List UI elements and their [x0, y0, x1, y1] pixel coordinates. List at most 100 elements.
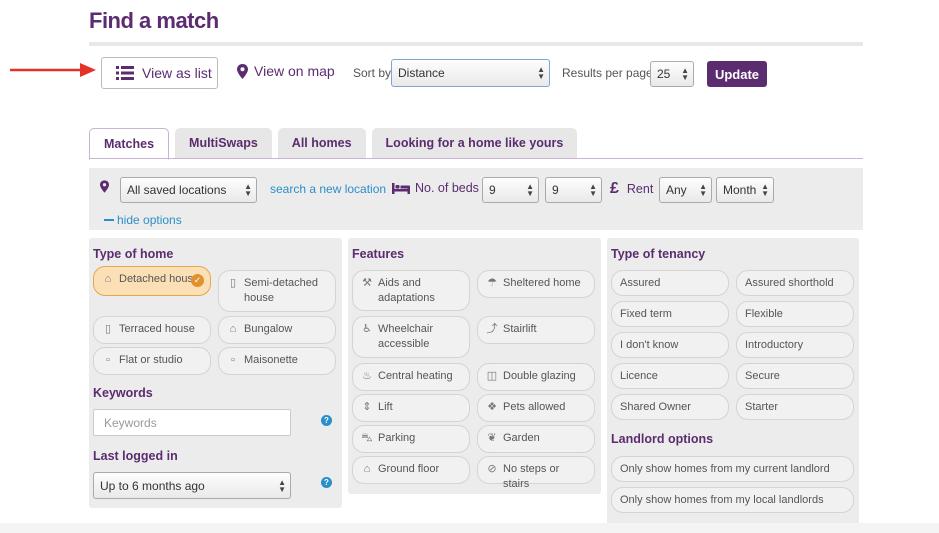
chip-flat-or-studio[interactable]: ▫ Flat or studio — [93, 347, 211, 375]
chip-label: Wheelchair accessible — [378, 323, 434, 350]
terraced-icon: ▯ — [104, 323, 112, 335]
chip-sheltered-home[interactable]: ☂ Sheltered home — [477, 270, 595, 298]
chip-label: Flat or studio — [119, 354, 183, 366]
chip-flexible[interactable]: Flexible — [736, 301, 854, 327]
select-arrows-icon: ▲ ▼ — [537, 65, 545, 81]
rent-period-select[interactable]: Month ▲ ▼ — [716, 177, 774, 203]
bed-icon — [392, 182, 410, 194]
sort-value: Distance — [398, 66, 445, 80]
chip-wheelchair-accessible[interactable]: ♿ Wheelchair accessible — [352, 316, 470, 358]
rent-label: Rent — [626, 182, 654, 196]
results-per-page-value: 25 — [657, 67, 671, 81]
location-pin-icon — [100, 180, 109, 193]
chip-current-landlord[interactable]: Only show homes from my current landlord — [611, 456, 854, 482]
tab-multiswaps[interactable]: MultiSwaps — [175, 128, 272, 158]
chip-label: Detached house — [119, 273, 200, 285]
flat-icon: ▫ — [106, 354, 110, 366]
tab-looking-for-home[interactable]: Looking for a home like yours — [371, 128, 578, 158]
hide-options-link[interactable]: hide options — [104, 213, 182, 227]
sort-select[interactable]: Distance ▲ ▼ — [391, 59, 550, 87]
chip-detached-house[interactable]: ⌂ Detached house ✓ — [93, 266, 211, 296]
tabs-divider — [89, 158, 863, 159]
chip-introductory[interactable]: Introductory — [736, 332, 854, 358]
chip-label: Lift — [378, 401, 393, 413]
view-as-list-button[interactable]: View as list — [101, 57, 218, 89]
chip-lift[interactable]: ⇕ Lift — [352, 394, 470, 422]
select-arrows-icon: ▲ ▼ — [589, 182, 597, 198]
beds-max-value: 9 — [552, 183, 559, 197]
chip-bungalow[interactable]: ⌂ Bungalow — [218, 316, 336, 344]
title-divider — [89, 42, 863, 46]
car-icon: ⛍ — [361, 432, 373, 444]
chip-pets-allowed[interactable]: ❖ Pets allowed — [477, 394, 595, 422]
page-title: Find a match — [89, 8, 219, 33]
chip-label: Stairlift — [503, 323, 537, 335]
chip-no-steps-or-stairs[interactable]: ⊘ No steps or stairs — [477, 456, 595, 490]
chip-maisonette[interactable]: ▫ Maisonette — [218, 347, 336, 375]
tab-matches[interactable]: Matches — [89, 128, 170, 160]
chip-shared-owner[interactable]: Shared Owner — [611, 394, 729, 420]
chip-i-dont-know[interactable]: I don't know — [611, 332, 729, 358]
wrench-icon: ⚒ — [362, 277, 372, 289]
chip-ground-floor[interactable]: ⌂ Ground floor — [352, 456, 470, 484]
chip-double-glazing[interactable]: ◫ Double glazing — [477, 363, 595, 391]
chip-label: Garden — [503, 432, 540, 444]
chip-starter[interactable]: Starter — [736, 394, 854, 420]
chip-label: Bungalow — [244, 323, 293, 335]
location-select[interactable]: All saved locations ▲ ▼ — [120, 177, 257, 203]
beds-min-value: 9 — [489, 183, 496, 197]
chip-fixed-term[interactable]: Fixed term — [611, 301, 729, 327]
flame-icon: ♨ — [362, 370, 372, 382]
chip-label: Ground floor — [378, 463, 440, 475]
chip-aids-and-adaptations[interactable]: ⚒ Aids and adaptations — [352, 270, 470, 311]
chip-central-heating[interactable]: ♨ Central heating — [352, 363, 470, 391]
update-button[interactable]: Update — [707, 61, 767, 87]
last-logged-in-select[interactable]: Up to 6 months ago ▲ ▼ — [93, 472, 291, 499]
results-per-page-label: Results per page — [562, 66, 653, 80]
results-per-page-select[interactable]: 25 ▲ ▼ — [650, 61, 694, 87]
chip-garden[interactable]: ❦ Garden — [477, 425, 595, 453]
chip-terraced-house[interactable]: ▯ Terraced house — [93, 316, 211, 344]
beds-label: No. of beds — [415, 181, 479, 195]
chip-label: Maisonette — [244, 354, 298, 366]
paw-icon: ❖ — [487, 401, 497, 413]
semi-house-icon: ▯ — [229, 277, 237, 289]
view-on-map-link[interactable]: View on map — [237, 63, 335, 79]
map-pin-icon — [237, 63, 248, 79]
no-steps-icon: ⊘ — [487, 463, 497, 475]
chip-parking[interactable]: ⛍ Parking — [352, 425, 470, 453]
umbrella-icon: ☂ — [487, 277, 497, 289]
help-icon[interactable]: ? — [321, 477, 332, 488]
chip-assured[interactable]: Assured — [611, 270, 729, 296]
rent-label-group: £ Rent — [610, 180, 653, 198]
wheelchair-icon: ♿ — [362, 323, 372, 335]
beds-label-group: No. of beds — [392, 181, 479, 195]
help-icon[interactable]: ? — [321, 415, 332, 426]
beds-min-select[interactable]: 9 ▲ ▼ — [482, 177, 539, 203]
select-arrows-icon: ▲ ▼ — [681, 66, 689, 82]
chip-licence[interactable]: Licence — [611, 363, 729, 389]
chip-stairlift[interactable]: ⤴ Stairlift — [477, 316, 595, 344]
last-logged-in-value: Up to 6 months ago — [100, 478, 205, 493]
chip-semi-detached-house[interactable]: ▯ Semi-detached house — [218, 270, 336, 312]
chip-assured-shorthold[interactable]: Assured shorthold — [736, 270, 854, 296]
window-icon: ◫ — [486, 370, 498, 382]
stairlift-icon: ⤴ — [486, 323, 498, 335]
keywords-input[interactable]: Keywords — [93, 409, 291, 436]
bungalow-icon: ⌂ — [229, 323, 237, 335]
rent-amount-value: Any — [666, 183, 687, 197]
select-arrows-icon: ▲ ▼ — [278, 477, 286, 494]
rent-period-value: Month — [723, 183, 757, 197]
chip-label: Terraced house — [119, 323, 195, 335]
chip-label: No steps or stairs — [503, 463, 560, 490]
tab-all-homes[interactable]: All homes — [277, 128, 366, 158]
tenancy-heading: Type of tenancy — [611, 247, 706, 261]
beds-max-select[interactable]: 9 ▲ ▼ — [545, 177, 602, 203]
select-arrows-icon: ▲ ▼ — [699, 182, 707, 198]
house-icon: ⌂ — [104, 273, 112, 285]
rent-amount-select[interactable]: Any ▲ ▼ — [659, 177, 712, 203]
search-new-location-link[interactable]: search a new location — [270, 182, 386, 196]
maisonette-icon: ▫ — [231, 354, 235, 366]
chip-secure[interactable]: Secure — [736, 363, 854, 389]
chip-local-landlords[interactable]: Only show homes from my local landlords — [611, 487, 854, 513]
